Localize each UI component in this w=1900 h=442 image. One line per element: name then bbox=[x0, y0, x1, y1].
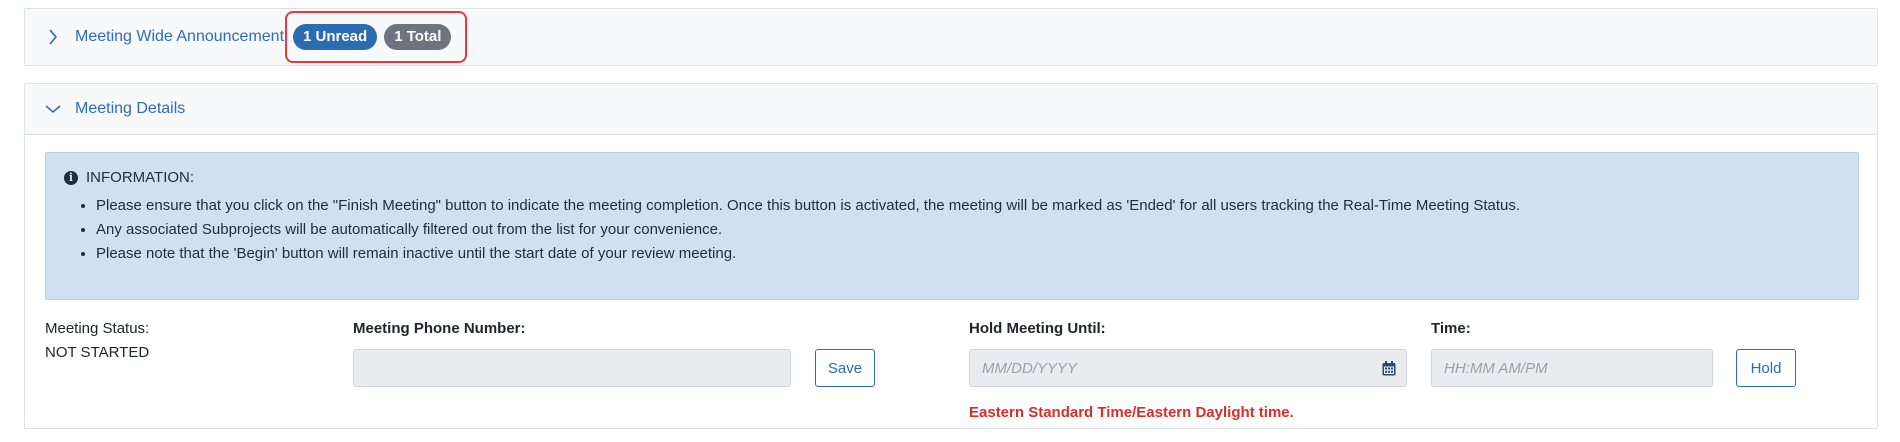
meeting-status-value: NOT STARTED bbox=[45, 344, 150, 361]
information-item: Any associated Subprojects will be autom… bbox=[96, 218, 1840, 242]
information-list: Please ensure that you click on the "Fin… bbox=[64, 194, 1840, 266]
information-box: i INFORMATION: Please ensure that you cl… bbox=[45, 152, 1859, 300]
time-label: Time: bbox=[1431, 320, 1471, 337]
hold-date-input[interactable]: MM/DD/YYYY bbox=[969, 349, 1407, 387]
total-badge: 1 Total bbox=[384, 24, 452, 50]
calendar-icon[interactable] bbox=[1382, 361, 1396, 376]
unread-badge: 1 Unread bbox=[293, 24, 378, 50]
hold-button[interactable]: Hold bbox=[1736, 349, 1796, 387]
timezone-note: Eastern Standard Time/Eastern Daylight t… bbox=[969, 404, 1294, 421]
time-input[interactable]: HH:MM AM/PM bbox=[1431, 349, 1713, 387]
phone-number-input[interactable] bbox=[353, 349, 791, 387]
meeting-status-label: Meeting Status: bbox=[45, 320, 150, 337]
phone-number-label: Meeting Phone Number: bbox=[353, 320, 526, 337]
hold-meeting-until-label: Hold Meeting Until: bbox=[969, 320, 1106, 337]
information-item: Please note that the 'Begin' button will… bbox=[96, 242, 1840, 266]
meeting-details-header[interactable]: Meeting Details bbox=[25, 84, 1877, 135]
chevron-right-icon[interactable] bbox=[45, 29, 61, 45]
information-heading: i INFORMATION: bbox=[64, 169, 1840, 186]
badge-highlight: 1 Unread 1 Total bbox=[285, 11, 467, 63]
meeting-details-title[interactable]: Meeting Details bbox=[75, 100, 185, 118]
information-item: Please ensure that you click on the "Fin… bbox=[96, 194, 1840, 218]
meeting-details-panel: Meeting Details i INFORMATION: Please en… bbox=[24, 83, 1878, 429]
information-title: INFORMATION: bbox=[86, 169, 195, 186]
chevron-down-icon[interactable] bbox=[45, 101, 61, 117]
announcements-panel: Meeting Wide Announcement 1 Unread 1 Tot… bbox=[24, 8, 1878, 66]
info-circle-icon: i bbox=[64, 170, 78, 185]
save-button[interactable]: Save bbox=[815, 349, 875, 387]
hold-date-placeholder: MM/DD/YYYY bbox=[982, 359, 1078, 377]
announcements-title[interactable]: Meeting Wide Announcement bbox=[75, 28, 284, 46]
time-placeholder: HH:MM AM/PM bbox=[1444, 359, 1548, 377]
